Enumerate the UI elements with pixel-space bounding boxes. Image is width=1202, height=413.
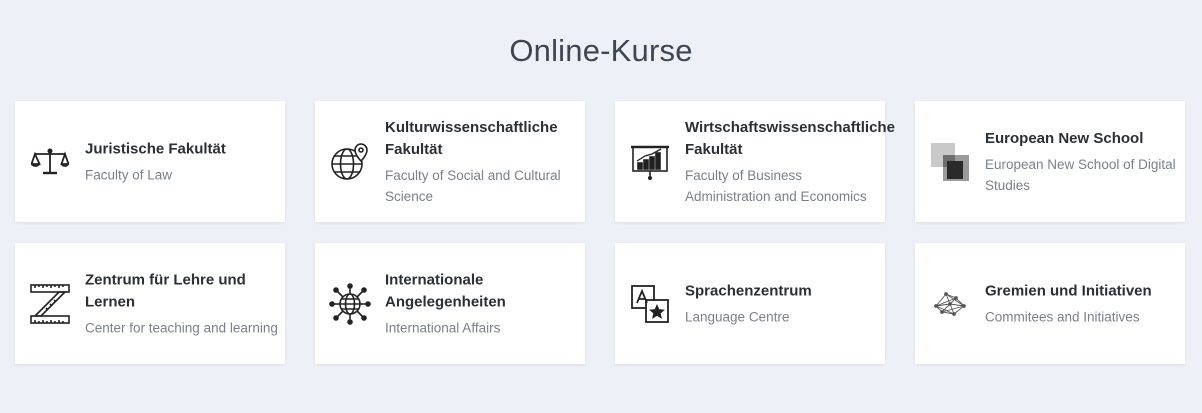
card-title: Sprachenzentrum [685, 282, 812, 299]
translate-icon [629, 283, 671, 325]
card-juristische-fakultaet[interactable]: Juristische Fakultät Faculty of Law [15, 101, 285, 222]
card-internationale-angelegenheiten[interactable]: Internationale Angelegenheiten Internati… [315, 243, 585, 364]
card-title: Zentrum für Lehre und Lernen [85, 271, 246, 310]
ens-logo-icon [929, 141, 971, 183]
ruler-z-icon [29, 283, 71, 325]
card-kulturwissenschaftliche-fakultaet[interactable]: Kulturwissenschaftliche Fakultät Faculty… [315, 101, 585, 222]
card-title: Juristische Fakultät [85, 140, 226, 157]
card-title: European New School [985, 129, 1144, 147]
card-subtitle: Center for teaching and learning [85, 320, 278, 335]
card-gremien-initiativen[interactable]: Gremien und Initiativen Commitees and In… [915, 243, 1185, 364]
card-zentrum-lehre-lernen[interactable]: Zentrum für Lehre und Lernen Center for … [15, 243, 285, 364]
card-subtitle: Commitees and Initiatives [985, 309, 1140, 324]
scales-icon [29, 141, 71, 183]
card-subtitle: Faculty of Social and Cultural Science [385, 167, 561, 204]
card-subtitle: International Affairs [385, 320, 501, 335]
network-nodes-icon [929, 283, 971, 325]
card-title: Wirtschaftswissenschaftliche Fakultät [685, 118, 895, 158]
card-subtitle: Faculty of Law [85, 167, 173, 182]
card-sprachenzentrum[interactable]: Sprachenzentrum Language Centre [615, 243, 885, 364]
card-title: Internationale Angelegenheiten [385, 271, 506, 310]
card-subtitle: European New School of Digital Studies [985, 156, 1176, 193]
presentation-chart-icon [629, 141, 671, 183]
card-subtitle: Faculty of Business Administration and E… [685, 167, 867, 204]
network-globe-icon [329, 282, 371, 325]
card-subtitle: Language Centre [685, 309, 790, 324]
card-title: Kulturwissenschaftliche Fakultät [385, 118, 558, 158]
card-title: Gremien und Initiativen [985, 282, 1152, 299]
page-title: Online-Kurse [509, 33, 693, 68]
page: Online-Kurse Juristische Fakultät Facult… [0, 0, 1202, 413]
card-wirtschaftswissenschaftliche-fakultaet[interactable]: Wirtschaftswissenschaftliche Fakultät Fa… [615, 101, 895, 222]
globe-pin-icon [329, 141, 371, 183]
card-european-new-school[interactable]: European New School European New School … [915, 101, 1185, 222]
